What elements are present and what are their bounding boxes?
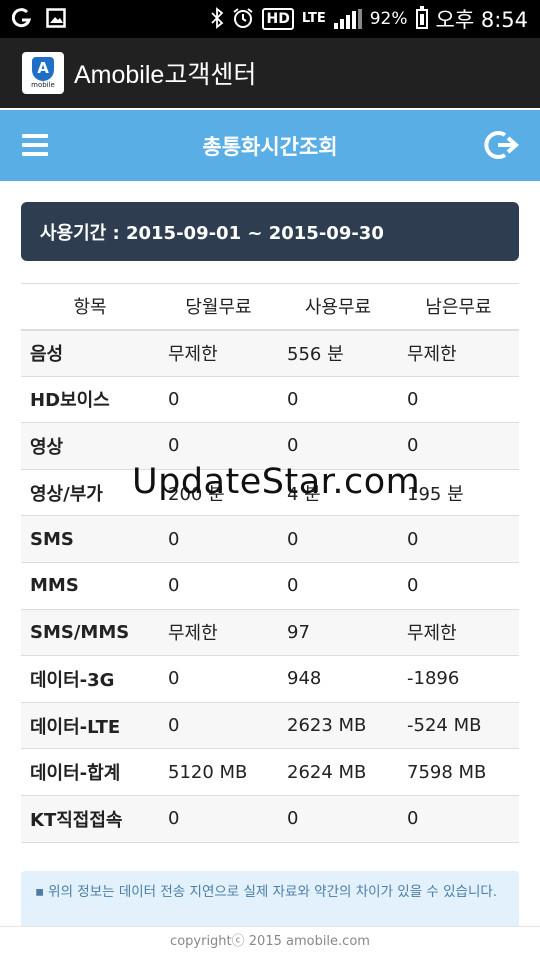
table-cell: 데이터-합계 [21, 748, 159, 796]
table-row: 데이터-3G 0 948 -1896 [21, 655, 519, 703]
menu-icon[interactable] [22, 134, 48, 156]
footer: copyrightⓒ 2015 amobile.com [0, 926, 540, 960]
status-bar-right: HD LTE 92% 오후 8:54 [210, 4, 540, 34]
table-cell: MMS [21, 561, 159, 610]
column-header-item: 항목 [21, 283, 159, 331]
table-cell: 0 [278, 794, 398, 843]
table-cell: 2624 MB [278, 748, 398, 796]
table-cell: 2623 MB [278, 701, 398, 749]
table-cell: 데이터-3G [21, 655, 159, 703]
status-bar: HD LTE 92% 오후 8:54 [0, 0, 540, 38]
table-cell: 무제한 [398, 608, 519, 656]
table-cell: 0 [398, 375, 519, 423]
hd-voice-icon: HD [262, 8, 294, 30]
table-cell: -1896 [398, 655, 519, 703]
table-cell: 데이터-LTE [21, 701, 159, 749]
page-header: 총통화시간조회 [0, 110, 540, 181]
table-cell: 0 [159, 375, 278, 423]
column-header-monthly-free: 당월무료 [159, 283, 278, 331]
shield-icon: A [32, 56, 54, 81]
table-cell: 0 [398, 515, 519, 563]
table-cell: 5120 MB [159, 748, 278, 796]
logo-text: mobile [31, 80, 55, 89]
table-row: 데이터-LTE 0 2623 MB -524 MB [21, 701, 519, 749]
g-icon [11, 7, 32, 31]
image-icon [46, 7, 66, 31]
app-logo: A mobile [22, 52, 64, 94]
battery-icon [415, 6, 428, 29]
table-cell: -524 MB [398, 701, 519, 749]
table-cell: 0 [159, 561, 278, 610]
notice-box: ▪ 위의 정보는 데이터 전송 지연으로 실제 자료와 약간의 차이가 있을 수 … [21, 871, 519, 929]
table-cell: 0 [398, 794, 519, 843]
table-cell: 7598 MB [398, 748, 519, 796]
table-cell: 0 [398, 561, 519, 610]
table-row: KT직접접속 0 0 0 [21, 794, 519, 843]
table-cell: 0 [278, 561, 398, 610]
status-bar-left [0, 7, 66, 31]
table-row: SMS/MMS 무제한 97 무제한 [21, 608, 519, 656]
table-cell: HD보이스 [21, 375, 159, 423]
table-cell: KT직접접속 [21, 794, 159, 843]
battery-percent: 92% [369, 9, 408, 29]
lte-icon: LTE [301, 11, 326, 26]
table-cell: SMS [21, 515, 159, 563]
table-cell: 0 [159, 655, 278, 703]
app-title: Amobile고객센터 [74, 61, 257, 89]
table-cell: 556 분 [278, 329, 398, 377]
notice-text: 위의 정보는 데이터 전송 지연으로 실제 자료와 약간의 차이가 있을 수 있… [48, 884, 498, 900]
table-cell: 97 [278, 608, 398, 656]
usage-period: 사용기간 : 2015-09-01 ~ 2015-09-30 [21, 202, 519, 261]
table-cell: 0 [159, 794, 278, 843]
column-header-used-free: 사용무료 [278, 283, 398, 331]
table-cell: 0 [159, 701, 278, 749]
table-cell: 무제한 [159, 608, 278, 656]
status-time: 오후 8:54 [435, 8, 528, 32]
bluetooth-icon [210, 6, 224, 32]
logout-icon[interactable] [484, 128, 520, 162]
table-row: HD보이스 0 0 0 [21, 375, 519, 423]
watermark: UpdateStar.com [132, 462, 421, 502]
bullet-icon: ▪ [35, 884, 45, 900]
column-header-remaining-free: 남은무료 [398, 283, 519, 331]
table-row: MMS 0 0 0 [21, 561, 519, 610]
table-cell: 948 [278, 655, 398, 703]
table-row: 데이터-합계 5120 MB 2624 MB 7598 MB [21, 748, 519, 796]
table-cell: 무제한 [398, 329, 519, 377]
table-row: SMS 0 0 0 [21, 515, 519, 563]
table-cell: 0 [278, 515, 398, 563]
usage-period-label: 사용기간 : 2015-09-01 ~ 2015-09-30 [40, 222, 384, 244]
usage-table: 항목 당월무료 사용무료 남은무료 음성 무제한 556 분 무제한 HD보이스… [21, 283, 519, 843]
table-cell: 음성 [21, 329, 159, 377]
table-cell: SMS/MMS [21, 608, 159, 656]
table-cell: 0 [278, 375, 398, 423]
table-row: 음성 무제한 556 분 무제한 [21, 329, 519, 377]
table-cell: 무제한 [159, 329, 278, 377]
table-cell: 0 [159, 515, 278, 563]
page-title: 총통화시간조회 [202, 134, 338, 159]
alarm-icon [232, 7, 254, 32]
copyright-text: copyrightⓒ 2015 amobile.com [170, 934, 370, 949]
signal-icon [333, 9, 362, 29]
app-bar: A mobile Amobile고객센터 [0, 38, 540, 108]
table-header-row: 항목 당월무료 사용무료 남은무료 [21, 283, 519, 331]
